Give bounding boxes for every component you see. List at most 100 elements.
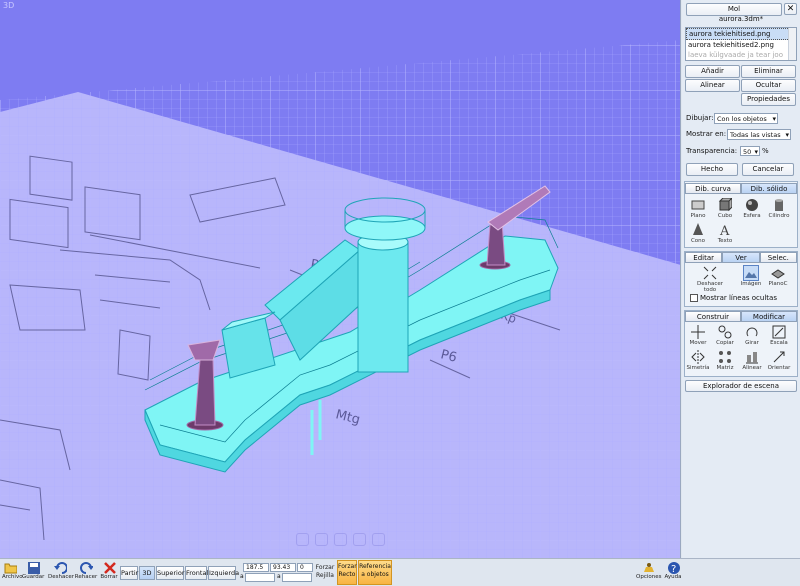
object-snap-toggle[interactable]: Referencia a objetos <box>358 560 392 585</box>
array-tool[interactable]: Matriz <box>712 350 738 371</box>
draw-select[interactable]: Con los objetos <box>714 113 778 124</box>
scale-tool[interactable]: Escala <box>766 325 792 346</box>
transparency-input[interactable]: 50 <box>740 146 760 157</box>
cancel-button[interactable]: Cancelar <box>742 163 794 176</box>
mirror-tool[interactable]: Simetría <box>685 350 711 371</box>
rotate-tool[interactable]: Girar <box>739 325 765 346</box>
cube-tool[interactable]: Cubo <box>712 198 738 219</box>
cylinder-icon <box>775 199 783 211</box>
show-hidden-lines-checkbox[interactable] <box>690 294 698 302</box>
coord-x-field[interactable]: 187.5 <box>243 563 269 572</box>
move-icon <box>691 325 705 339</box>
save-button[interactable]: Guardar <box>22 561 44 580</box>
cplane-tool[interactable]: PlanoC <box>765 266 791 287</box>
sphere-icon <box>746 199 758 211</box>
undo-all-tool[interactable]: Deshacer todo <box>694 266 726 293</box>
plane-tool[interactable]: Plano <box>685 198 711 219</box>
image-list[interactable]: aurora tekiehitised.png aurora tekiehiti… <box>685 27 797 61</box>
percent-label: % <box>762 147 769 155</box>
show-label: Mostrar en: <box>686 130 727 138</box>
tab-draw-curve[interactable]: Dib. curva <box>685 183 741 194</box>
redo-button[interactable]: Rehacer <box>74 561 98 580</box>
undo-icon <box>53 562 67 574</box>
copy-icon <box>718 325 732 339</box>
list-item[interactable]: aurora tekiehitised2.png <box>686 40 796 50</box>
view-front-button[interactable]: Frontal <box>185 566 208 580</box>
close-icon[interactable]: ✕ <box>784 3 797 15</box>
tab-edit[interactable]: Editar <box>685 252 723 263</box>
rotate-icon <box>746 327 758 337</box>
tab-select[interactable]: Selec. <box>759 252 797 263</box>
view-navigation-controls[interactable] <box>296 533 385 546</box>
undo-button[interactable]: Deshacer <box>48 561 74 580</box>
list-item[interactable]: aurora tekiehitised.png <box>686 28 796 40</box>
orient-icon <box>773 351 785 363</box>
array-icon <box>719 351 731 363</box>
viewport-label: 3D <box>3 1 15 10</box>
orient-tool[interactable]: Orientar <box>766 350 792 371</box>
coord-z-field[interactable]: 0 <box>297 563 313 572</box>
move-tool[interactable]: Mover <box>685 325 711 346</box>
delete-button[interactable]: Borrar <box>100 561 118 580</box>
view-top-button[interactable]: Superior <box>156 566 185 580</box>
snap-straight-toggle[interactable]: Forzar Recto <box>337 560 357 585</box>
tab-build[interactable]: Construir <box>685 311 741 322</box>
coord-a-field-1[interactable] <box>245 573 275 582</box>
cone-tool[interactable]: Cono <box>685 223 711 244</box>
sphere-tool[interactable]: Esfera <box>739 198 765 219</box>
coord-a-field-2[interactable] <box>282 573 312 582</box>
options-button[interactable]: Opciones <box>636 561 661 580</box>
draw-tabs: Dib. curva Dib. sólido <box>685 183 797 194</box>
copy-tool[interactable]: Copiar <box>712 325 738 346</box>
reset-view-icon[interactable] <box>372 533 385 546</box>
done-button[interactable]: Hecho <box>686 163 738 176</box>
align-tool[interactable]: Alinear <box>739 350 765 371</box>
viewport-canvas[interactable]: R5 P6 Mtg Kp <box>0 0 681 558</box>
options-icon <box>643 563 654 572</box>
add-button[interactable]: Añadir <box>685 65 740 78</box>
snap-grid-toggle[interactable]: Forzar Rejilla <box>315 564 335 580</box>
orbit-icon[interactable] <box>315 533 328 546</box>
tab-view[interactable]: Ver <box>722 252 760 263</box>
properties-button[interactable]: Propiedades <box>741 93 796 106</box>
scale-icon <box>772 325 786 339</box>
cylinder-tool[interactable]: Cilindro <box>766 198 792 219</box>
show-select[interactable]: Todas las vistas <box>727 129 791 140</box>
list-item[interactable]: laeva külgvaade ja tear joo <box>686 50 796 60</box>
list-scrollbar[interactable] <box>788 28 796 60</box>
view-3d-button[interactable]: 3D <box>139 566 155 580</box>
image-tool[interactable]: Imágen <box>738 265 764 287</box>
3d-viewport[interactable]: R5 P6 Mtg Kp <box>0 0 681 558</box>
tab-draw-solid[interactable]: Dib. sólido <box>741 183 797 194</box>
pan-icon[interactable] <box>296 533 309 546</box>
scene-explorer-button[interactable]: Explorador de escena <box>685 380 797 392</box>
hide-button[interactable]: Ocultar <box>741 79 796 92</box>
text-icon: A <box>719 224 730 237</box>
cone-icon <box>693 223 703 235</box>
file-button[interactable]: Archivo <box>2 561 23 580</box>
modify-tabs: Construir Modificar <box>685 311 797 322</box>
zoom-extents-icon[interactable] <box>353 533 366 546</box>
transparency-label: Transparencia: <box>686 147 738 155</box>
text-tool[interactable]: A Texto <box>712 223 738 244</box>
align-icon <box>746 352 758 364</box>
view-tabs: Editar Ver Selec. <box>685 252 797 263</box>
mirror-icon <box>691 350 705 364</box>
show-hidden-lines-label: Mostrar líneas ocultas <box>700 294 777 302</box>
coord-y-field[interactable]: 93.43 <box>270 563 296 572</box>
svg-text:?: ? <box>671 564 676 574</box>
split-button[interactable]: Partir <box>120 566 138 580</box>
align-button[interactable]: Alinear <box>685 79 740 92</box>
image-icon <box>743 265 759 281</box>
draw-label: Dibujar: <box>686 114 714 122</box>
redo-icon <box>79 562 93 574</box>
folder-icon <box>4 563 17 574</box>
cube-icon <box>718 198 732 212</box>
tab-modify[interactable]: Modificar <box>741 311 797 322</box>
delete-button[interactable]: Eliminar <box>741 65 796 78</box>
view-left-button[interactable]: Izquierda <box>208 566 239 580</box>
zoom-icon[interactable] <box>334 533 347 546</box>
bottom-toolbar: Archivo Guardar Deshacer Rehacer Borrar … <box>0 558 800 586</box>
coord-a-label-2: a <box>277 573 281 580</box>
help-button[interactable]: ? Ayuda <box>664 561 682 580</box>
